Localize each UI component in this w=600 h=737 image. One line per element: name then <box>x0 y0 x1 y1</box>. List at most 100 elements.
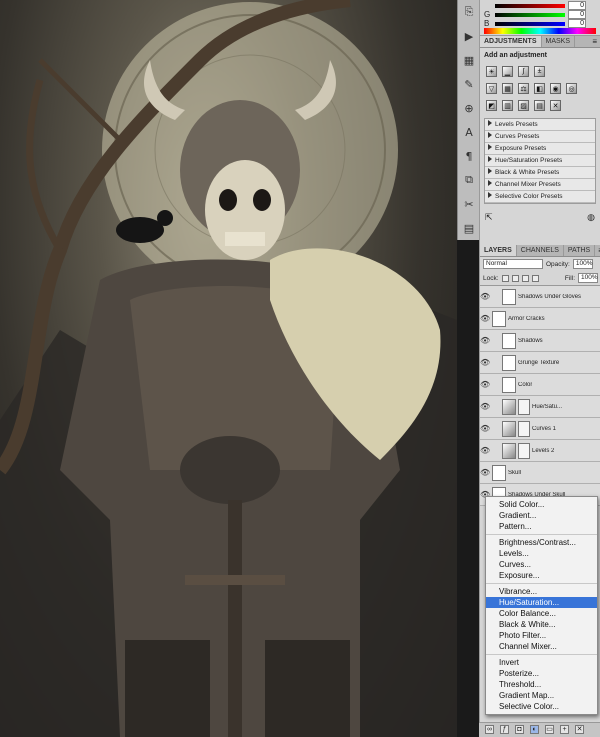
opacity-field[interactable]: 100% <box>572 259 593 269</box>
preset-hue-saturation[interactable]: Hue/Saturation Presets <box>485 155 595 167</box>
tab-paths[interactable]: PATHS <box>564 245 596 256</box>
tab-masks[interactable]: MASKS <box>542 36 576 47</box>
history-panel-icon[interactable]: ⎘ <box>461 4 477 20</box>
brushes-panel-icon[interactable]: ✎ <box>461 76 477 92</box>
visibility-eye-icon[interactable]: 👁 <box>480 468 490 477</box>
add-mask-icon[interactable]: ◘ <box>515 725 524 734</box>
document-canvas[interactable] <box>0 0 457 737</box>
preset-levels[interactable]: Levels Presets <box>485 119 595 131</box>
layer-style-icon[interactable]: ƒ <box>500 725 509 734</box>
menu-item-selective-color[interactable]: Selective Color... <box>486 701 597 712</box>
visibility-eye-icon[interactable]: 👁 <box>480 358 490 367</box>
blue-slider-track[interactable] <box>495 21 565 26</box>
menu-item-solid-color[interactable]: Solid Color... <box>486 499 597 510</box>
menu-item-hue-saturation[interactable]: Hue/Saturation... <box>486 597 597 608</box>
lock-all-icon[interactable] <box>531 274 539 282</box>
color-slider-r[interactable]: 0 <box>484 1 586 10</box>
menu-item-black-white[interactable]: Black & White... <box>486 619 597 630</box>
layer-row[interactable]: 👁 Curves 1 <box>480 418 600 440</box>
visibility-eye-icon[interactable]: 👁 <box>480 336 490 345</box>
black-white-icon[interactable]: ◧ <box>534 83 545 94</box>
menu-item-curves[interactable]: Curves... <box>486 559 597 570</box>
menu-item-channel-mixer[interactable]: Channel Mixer... <box>486 641 597 652</box>
blend-mode-select[interactable]: Normal <box>483 259 543 269</box>
menu-item-levels[interactable]: Levels... <box>486 548 597 559</box>
color-slider-b[interactable]: B 0 <box>484 19 586 28</box>
menu-item-posterize[interactable]: Posterize... <box>486 668 597 679</box>
preset-selective-color[interactable]: Selective Color Presets <box>485 191 595 203</box>
blue-value-field[interactable]: 0 <box>568 19 586 28</box>
paragraph-panel-icon[interactable]: ¶ <box>461 148 477 164</box>
panel-menu-icon[interactable]: ≡ <box>595 245 600 256</box>
info-panel-icon[interactable]: ▤ <box>461 220 477 236</box>
cut-tool-icon[interactable]: ✂ <box>461 196 477 212</box>
channel-mixer-icon[interactable]: ◎ <box>566 83 577 94</box>
fill-field[interactable]: 100% <box>578 273 598 283</box>
menu-item-gradient-map[interactable]: Gradient Map... <box>486 690 597 701</box>
preset-channel-mixer[interactable]: Channel Mixer Presets <box>485 179 595 191</box>
layer-row[interactable]: 👁 Levels 2 <box>480 440 600 462</box>
character-panel-icon[interactable]: A <box>461 124 477 140</box>
visibility-eye-icon[interactable]: 👁 <box>480 380 490 389</box>
tab-channels[interactable]: CHANNELS <box>517 245 564 256</box>
color-spectrum-bar[interactable] <box>484 28 596 34</box>
color-balance-icon[interactable]: ⚖ <box>518 83 529 94</box>
layer-row[interactable]: 👁 Armor Cracks <box>480 308 600 330</box>
levels-icon[interactable]: ▁ <box>502 66 513 77</box>
brightness-contrast-icon[interactable]: ☀ <box>486 66 497 77</box>
hue-saturation-icon[interactable]: ▦ <box>502 83 513 94</box>
vibrance-icon[interactable]: ▽ <box>486 83 497 94</box>
clone-source-icon[interactable]: ⊕ <box>461 100 477 116</box>
new-group-icon[interactable]: ▭ <box>545 725 554 734</box>
preset-curves[interactable]: Curves Presets <box>485 131 595 143</box>
preset-exposure[interactable]: Exposure Presets <box>485 143 595 155</box>
exposure-icon[interactable]: ± <box>534 66 545 77</box>
layer-row[interactable]: 👁 Grunge Texture <box>480 352 600 374</box>
invert-icon[interactable]: ◩ <box>486 100 497 111</box>
lock-pixels-icon[interactable] <box>511 274 519 282</box>
green-value-field[interactable]: 0 <box>568 10 586 19</box>
lock-transparency-icon[interactable] <box>501 274 509 282</box>
link-layers-icon[interactable]: ∞ <box>485 725 494 734</box>
curves-icon[interactable]: ∫ <box>518 66 529 77</box>
visibility-eye-icon[interactable]: 👁 <box>480 446 490 455</box>
menu-item-color-balance[interactable]: Color Balance... <box>486 608 597 619</box>
layer-row[interactable]: 👁 Shadows <box>480 330 600 352</box>
layer-row[interactable]: 👁 Color <box>480 374 600 396</box>
menu-item-photo-filter[interactable]: Photo Filter... <box>486 630 597 641</box>
visibility-eye-icon[interactable]: 👁 <box>480 292 490 301</box>
threshold-icon[interactable]: ▨ <box>518 100 529 111</box>
return-to-list-icon[interactable]: ⇱ <box>485 212 493 223</box>
layers-comps-icon[interactable]: ▦ <box>461 52 477 68</box>
lock-position-icon[interactable] <box>521 274 529 282</box>
clip-to-layer-icon[interactable]: ◍ <box>587 212 595 223</box>
delete-layer-icon[interactable]: ✕ <box>575 725 584 734</box>
red-slider-track[interactable] <box>495 3 565 8</box>
photo-filter-icon[interactable]: ◉ <box>550 83 561 94</box>
menu-item-brightness-contrast[interactable]: Brightness/Contrast... <box>486 537 597 548</box>
layer-row[interactable]: 👁 Shadows Under Gloves <box>480 286 600 308</box>
tab-adjustments[interactable]: ADJUSTMENTS <box>480 36 542 47</box>
visibility-eye-icon[interactable]: 👁 <box>480 424 490 433</box>
gradient-map-icon[interactable]: ▤ <box>534 100 545 111</box>
posterize-icon[interactable]: ▥ <box>502 100 513 111</box>
new-layer-icon[interactable]: + <box>560 725 569 734</box>
green-slider-track[interactable] <box>495 12 565 17</box>
tool-presets-icon[interactable]: ⧉ <box>461 172 477 188</box>
selective-color-icon[interactable]: ✕ <box>550 100 561 111</box>
visibility-eye-icon[interactable]: 👁 <box>480 314 490 323</box>
actions-panel-icon[interactable]: ▶ <box>461 28 477 44</box>
new-adjustment-layer-icon[interactable]: ◐ <box>530 725 539 734</box>
tab-layers[interactable]: LAYERS <box>480 245 517 256</box>
layer-row[interactable]: 👁 Skull <box>480 462 600 484</box>
menu-item-threshold[interactable]: Threshold... <box>486 679 597 690</box>
preset-black-white[interactable]: Black & White Presets <box>485 167 595 179</box>
menu-item-vibrance[interactable]: Vibrance... <box>486 586 597 597</box>
color-slider-g[interactable]: G 0 <box>484 10 586 19</box>
visibility-eye-icon[interactable]: 👁 <box>480 402 490 411</box>
red-value-field[interactable]: 0 <box>568 1 586 10</box>
layer-row[interactable]: 👁 Hue/Satu... <box>480 396 600 418</box>
menu-item-exposure[interactable]: Exposure... <box>486 570 597 581</box>
menu-item-gradient[interactable]: Gradient... <box>486 510 597 521</box>
menu-item-pattern[interactable]: Pattern... <box>486 521 597 532</box>
